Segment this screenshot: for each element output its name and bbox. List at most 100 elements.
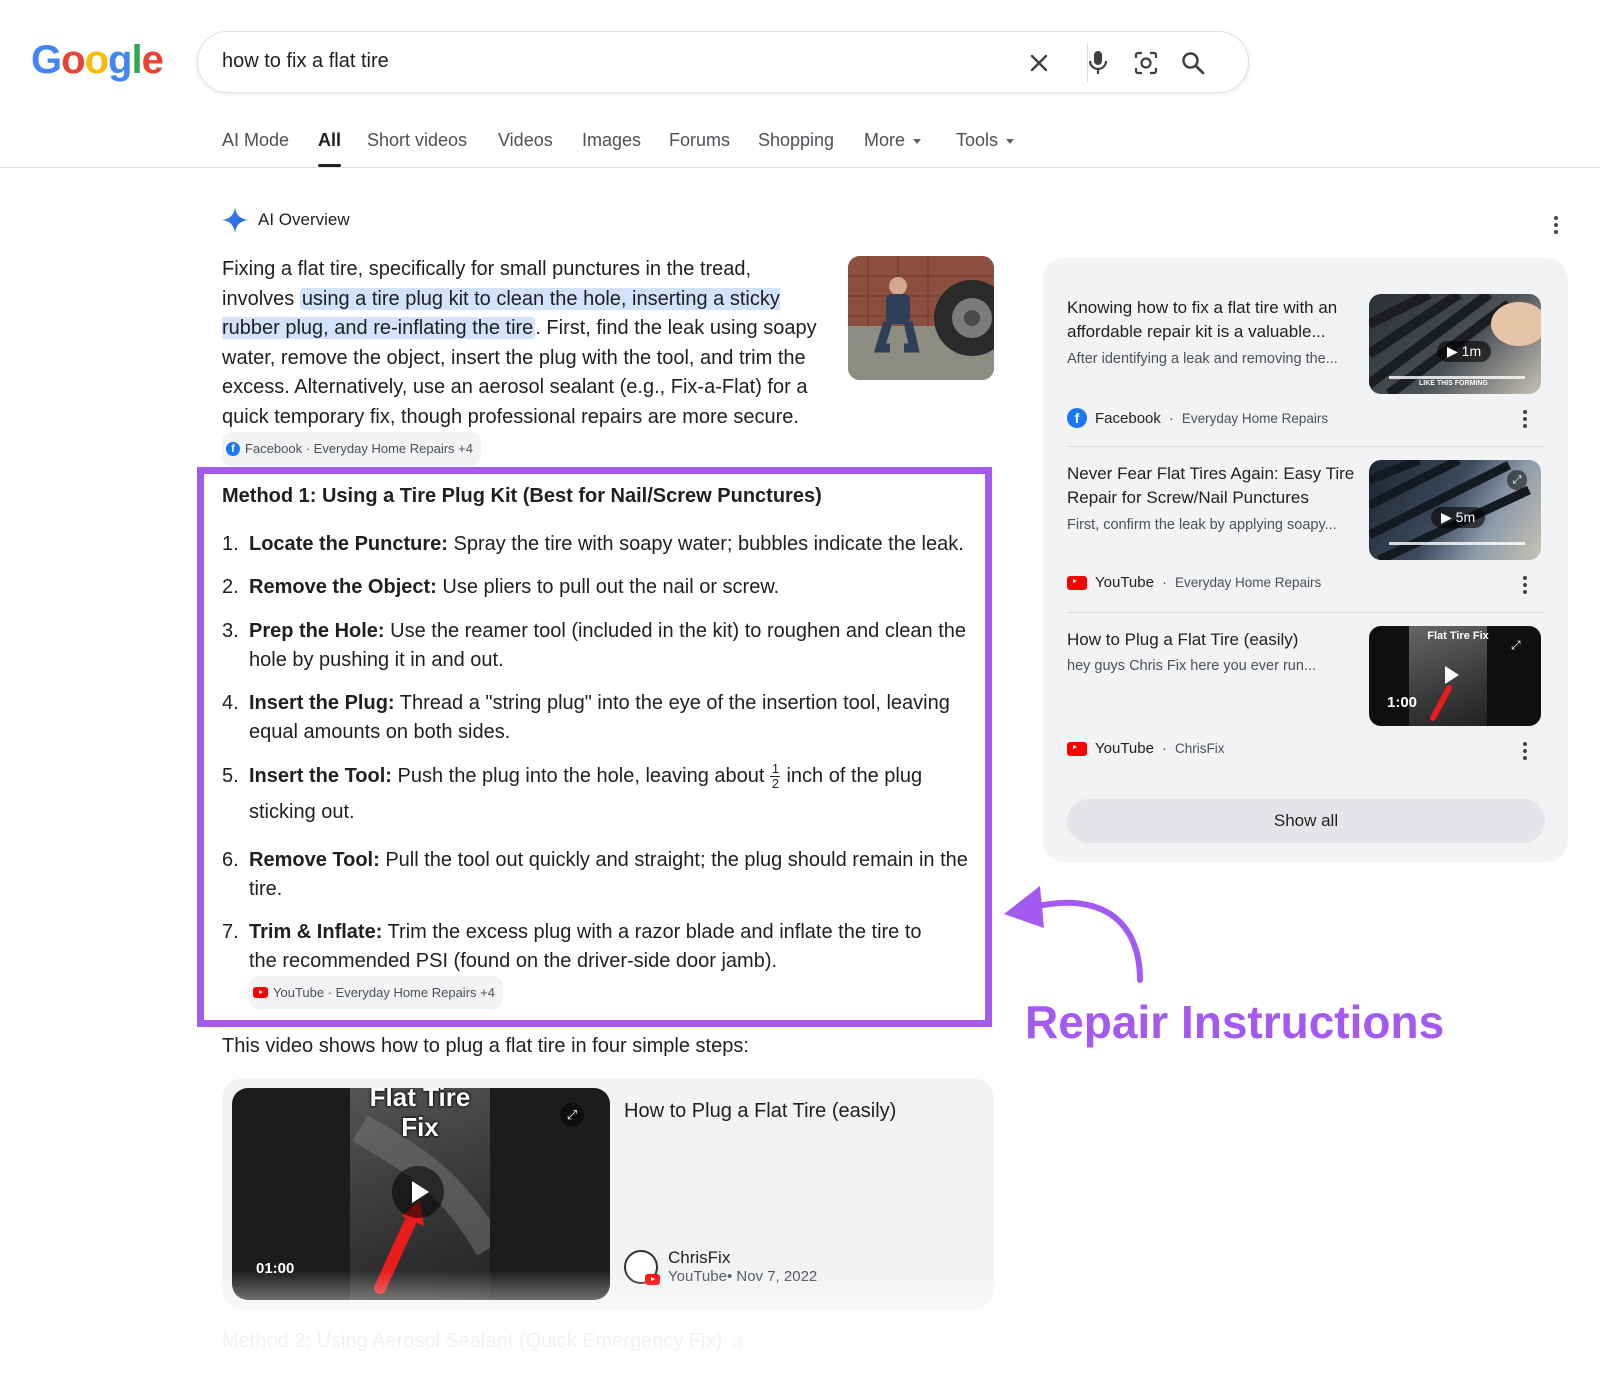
source-title[interactable]: Knowing how to fix a flat tire with an a… (1067, 296, 1367, 344)
step-item: 5. Insert the Tool: Push the plug into t… (222, 758, 972, 830)
method-2-title-text: Method 2: Using Aerosol Sealant (Quick E… (222, 1330, 723, 1352)
duration-pill: ▶ 5m (1431, 507, 1486, 528)
step-item: 1. Locate the Puncture: Spray the tire w… (222, 530, 972, 559)
facebook-icon: f (226, 441, 240, 456)
source-chip-label: Facebook · Everyday Home Repairs +4 (245, 441, 473, 456)
more-options-icon[interactable] (1523, 742, 1527, 760)
source-snippet: First, confirm the leak by applying soap… (1067, 517, 1337, 533)
step-item: 3. Prep the Hole: Use the reamer tool (i… (222, 617, 972, 675)
tab-shopping[interactable]: Shopping (758, 130, 834, 151)
source-publisher: Everyday Home Repairs (1174, 575, 1322, 590)
thumbnail-caption: LIKE THIS FORMING (1419, 380, 1488, 387)
youtube-icon (645, 1273, 660, 1285)
link-icon: ⛓ (727, 1334, 747, 1351)
source-snippet: After identifying a leak and removing th… (1067, 351, 1338, 367)
step-item: 6. Remove Tool: Pull the tool out quickl… (222, 846, 972, 904)
source-title[interactable]: Never Fear Flat Tires Again: Easy Tire R… (1067, 462, 1367, 510)
source-title[interactable]: How to Plug a Flat Tire (easily) (1067, 628, 1367, 652)
tab-shopping-label: Shopping (758, 130, 835, 150)
expand-icon[interactable]: ⤢ (1511, 638, 1521, 653)
ai-overview-header: AI Overview (222, 207, 350, 233)
more-options-icon[interactable] (1523, 410, 1527, 428)
separator-dot: · (1168, 409, 1174, 427)
microphone-icon[interactable] (1082, 47, 1114, 79)
play-icon[interactable] (1445, 666, 1459, 684)
source-name: Facebook (1095, 409, 1161, 427)
step-heading: Trim & Inflate: (249, 921, 383, 943)
step-heading: Prep the Hole: (249, 620, 385, 642)
source-publisher: ChrisFix (1174, 741, 1225, 756)
ai-overview-label: AI Overview (258, 210, 350, 229)
search-input[interactable]: how to fix a flat tire (222, 50, 389, 73)
step-number: 4. (222, 692, 239, 714)
expand-icon[interactable]: ⤢ (1507, 470, 1527, 490)
overview-thumbnail-image[interactable] (848, 256, 994, 380)
fraction-numerator: 1 (771, 761, 780, 777)
search-tabs: AI Mode All Short videos Videos Images F… (0, 120, 1600, 168)
divider (1067, 446, 1545, 447)
thumbnail-caption: Flat Tire Fix (1427, 630, 1489, 642)
video-channel[interactable]: ChrisFix YouTube• Nov 7, 2022 (624, 1248, 817, 1285)
step-text: Use pliers to pull out the nail or screw… (436, 576, 780, 598)
source-attribution[interactable]: YouTube · Everyday Home Repairs (1067, 574, 1321, 591)
step-number: 6. (222, 849, 239, 871)
tab-tools-label: Tools (956, 130, 999, 150)
channel-avatar (624, 1249, 660, 1285)
step-item: 7. Trim & Inflate: Trim the excess plug … (222, 918, 952, 1009)
source-chip-youtube[interactable]: YouTube · Everyday Home Repairs +4 (249, 976, 503, 1009)
lens-camera-icon[interactable] (1130, 47, 1162, 79)
tab-images[interactable]: Images (582, 130, 641, 151)
youtube-icon (253, 987, 268, 998)
tab-more[interactable]: More (864, 130, 922, 151)
more-options-icon[interactable] (1523, 576, 1527, 594)
step-heading: Insert the Tool: (249, 765, 392, 787)
tab-short-videos[interactable]: Short videos (367, 130, 467, 151)
tab-all[interactable]: All (318, 130, 342, 167)
sources-panel: Knowing how to fix a flat tire with an a… (1043, 258, 1568, 862)
source-name: YouTube (1095, 574, 1154, 591)
source-attribution[interactable]: f Facebook · Everyday Home Repairs (1067, 408, 1328, 428)
google-logo[interactable]: Google (31, 38, 164, 83)
divider (1067, 612, 1545, 613)
tab-videos[interactable]: Videos (498, 130, 553, 151)
duration-text: 1m (1461, 343, 1482, 359)
step-text: Spray the tire with soapy water; bubbles… (447, 533, 964, 555)
source-chip-facebook[interactable]: f Facebook · Everyday Home Repairs +4 (222, 432, 481, 466)
tab-more-label: More (864, 130, 906, 150)
duration-pill: ▶ 1m (1437, 341, 1492, 362)
more-options-icon[interactable] (1554, 216, 1558, 234)
video-title[interactable]: How to Plug a Flat Tire (easily) (624, 1100, 896, 1123)
duration-text: 5m (1455, 509, 1476, 525)
tab-tools[interactable]: Tools (956, 130, 1015, 151)
source-thumbnail[interactable]: ▶ 1m LIKE THIS FORMING (1369, 294, 1541, 394)
video-thumbnail[interactable]: Flat Tire Fix 01:00 ⤢ (232, 1088, 610, 1300)
expand-icon[interactable]: ⤢ (560, 1103, 584, 1127)
method-1-title: Method 1: Using a Tire Plug Kit (Best fo… (222, 485, 822, 507)
video-card[interactable]: Flat Tire Fix 01:00 ⤢ How to Plug a Flat… (222, 1078, 994, 1310)
source-thumbnail[interactable]: Flat Tire Fix 1:00 ⤢ (1369, 626, 1541, 726)
source-chip-label: YouTube · Everyday Home Repairs +4 (273, 985, 495, 1000)
youtube-icon (1067, 741, 1087, 756)
step-item: 4. Insert the Plug: Thread a "string plu… (222, 689, 972, 747)
search-box[interactable]: how to fix a flat tire (197, 31, 1249, 93)
show-all-button[interactable]: Show all (1067, 799, 1545, 843)
step-heading: Locate the Puncture: (249, 533, 448, 555)
youtube-icon (1067, 575, 1087, 590)
ai-overview-intro: Fixing a flat tire, specifically for sma… (222, 255, 822, 466)
step-text: Push the plug into the hole, leaving abo… (391, 765, 765, 787)
duration-text: 1:00 (1387, 694, 1418, 711)
video-meta: YouTube• Nov 7, 2022 (668, 1268, 818, 1285)
tab-ai-mode[interactable]: AI Mode (222, 130, 289, 151)
search-icon[interactable] (1177, 47, 1209, 79)
source-attribution[interactable]: YouTube · ChrisFix (1067, 740, 1224, 757)
thumbnail-caption-line1: Flat Tire (369, 1088, 471, 1112)
separator-dot: · (1161, 740, 1167, 757)
step-heading: Insert the Plug: (249, 692, 395, 714)
tab-forums[interactable]: Forums (669, 130, 730, 151)
clear-icon[interactable] (1023, 47, 1055, 79)
source-thumbnail[interactable]: ▶ 5m ⤢ (1369, 460, 1541, 560)
video-intro-text: This video shows how to plug a flat tire… (222, 1035, 749, 1057)
step-number: 5. (222, 765, 239, 787)
play-icon[interactable] (392, 1166, 444, 1218)
annotation-label: Repair Instructions (1025, 996, 1445, 1048)
